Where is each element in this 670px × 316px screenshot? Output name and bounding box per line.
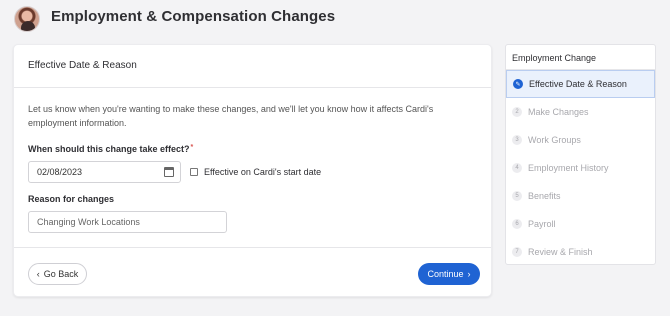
- step-work-groups[interactable]: 3 Work Groups: [506, 126, 655, 154]
- continue-button[interactable]: Continue ›: [418, 263, 480, 285]
- steps-title: Employment Change: [506, 45, 655, 70]
- step-number: 6: [512, 219, 522, 229]
- step-review-finish[interactable]: 7 Review & Finish: [506, 238, 655, 266]
- step-label: Make Changes: [528, 107, 589, 117]
- step-label: Effective Date & Reason: [529, 79, 627, 89]
- chevron-right-icon: ›: [467, 269, 471, 279]
- reason-label: Reason for changes: [28, 194, 115, 204]
- go-back-label: Go Back: [43, 269, 79, 279]
- step-label: Work Groups: [528, 135, 581, 145]
- step-number: 5: [512, 191, 522, 201]
- form-card: Effective Date & Reason Let us know when…: [13, 44, 492, 297]
- intro-text: Let us know when you're wanting to make …: [28, 104, 434, 128]
- step-effective-date[interactable]: ✎ Effective Date & Reason: [506, 70, 655, 98]
- go-back-button[interactable]: ‹ Go Back: [28, 263, 87, 285]
- step-number: 3: [512, 135, 522, 145]
- pencil-icon: ✎: [513, 79, 523, 89]
- step-payroll[interactable]: 6 Payroll: [506, 210, 655, 238]
- step-make-changes[interactable]: 2 Make Changes: [506, 98, 655, 126]
- step-number: 7: [512, 247, 522, 257]
- avatar: [14, 6, 40, 32]
- page-title: Employment & Compensation Changes: [51, 8, 336, 25]
- step-label: Employment History: [528, 163, 609, 173]
- date-question-label: When should this change take effect?*: [28, 144, 194, 154]
- step-list: Employment Change ✎ Effective Date & Rea…: [505, 44, 656, 265]
- footer-divider: [14, 247, 491, 248]
- step-number: 4: [512, 163, 522, 173]
- step-label: Benefits: [528, 191, 561, 201]
- step-label: Payroll: [528, 219, 556, 229]
- date-value: 02/08/2023: [37, 167, 83, 177]
- calendar-icon[interactable]: [164, 167, 174, 177]
- chevron-left-icon: ‹: [36, 269, 40, 279]
- date-input[interactable]: 02/08/2023: [28, 161, 181, 183]
- start-date-checkbox[interactable]: [190, 168, 198, 176]
- continue-label: Continue: [427, 269, 464, 279]
- required-mark: *: [190, 144, 194, 151]
- step-label: Review & Finish: [528, 247, 593, 257]
- step-employment-history[interactable]: 4 Employment History: [506, 154, 655, 182]
- start-date-checkbox-label[interactable]: Effective on Cardi's start date: [204, 167, 321, 177]
- step-benefits[interactable]: 5 Benefits: [506, 182, 655, 210]
- section-title: Effective Date & Reason: [14, 45, 491, 88]
- step-number: 2: [512, 107, 522, 117]
- reason-input[interactable]: Changing Work Locations: [28, 211, 227, 233]
